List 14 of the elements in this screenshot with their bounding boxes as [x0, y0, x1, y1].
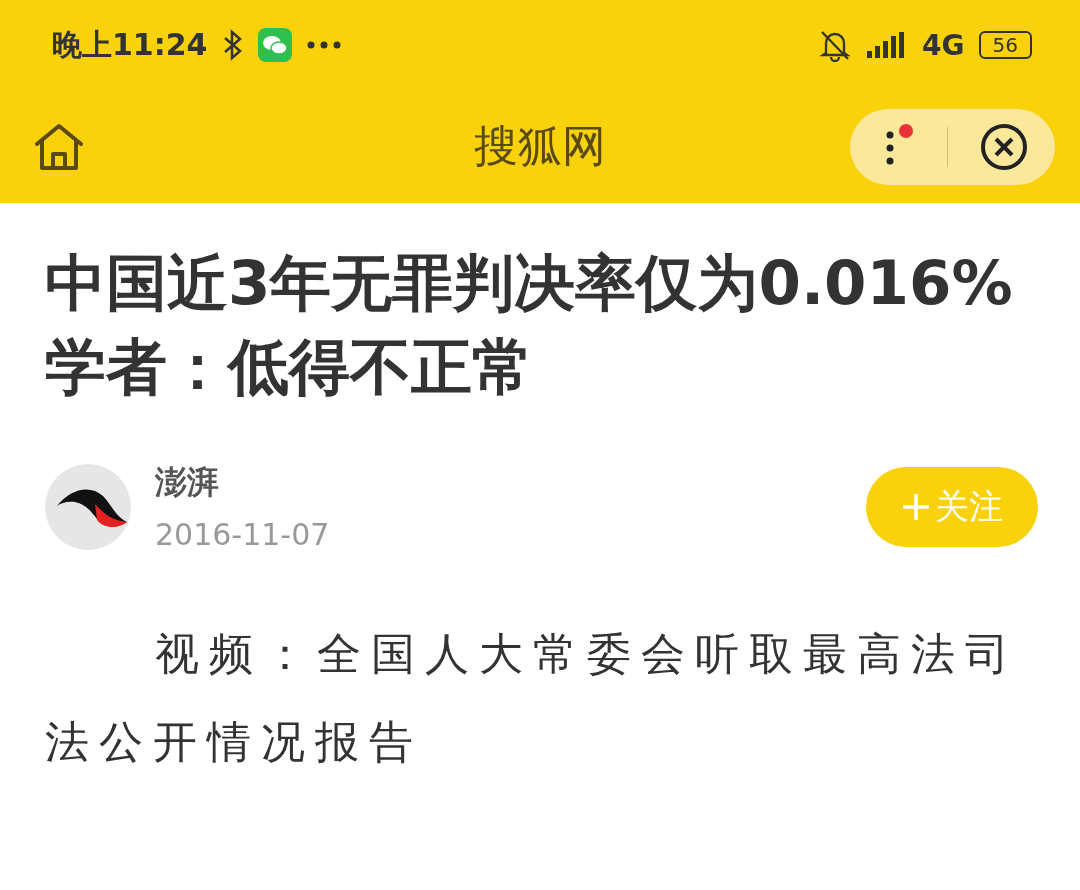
publish-date: 2016-11-07 [155, 517, 330, 552]
headline-line: 中国近3年无罪判决率仅为0.016% [45, 246, 1014, 320]
chat-app-icon [257, 28, 292, 62]
headline-line: 学者：低得不正常 [45, 330, 534, 404]
close-icon[interactable] [979, 121, 1030, 172]
article-paragraph: 视频：全国人大常委会听取最高法司法公开情况报告 [45, 627, 1020, 769]
battery-level: 56 [978, 31, 1032, 59]
network-type: 4G [922, 28, 965, 62]
more-notifications-icon [305, 40, 342, 50]
author-name[interactable]: 澎湃 [155, 461, 330, 505]
page-title: 搜狐网 [474, 119, 606, 173]
home-icon[interactable] [32, 121, 86, 172]
plus-icon [901, 491, 931, 522]
status-time: 晚上11:24 [52, 25, 208, 64]
